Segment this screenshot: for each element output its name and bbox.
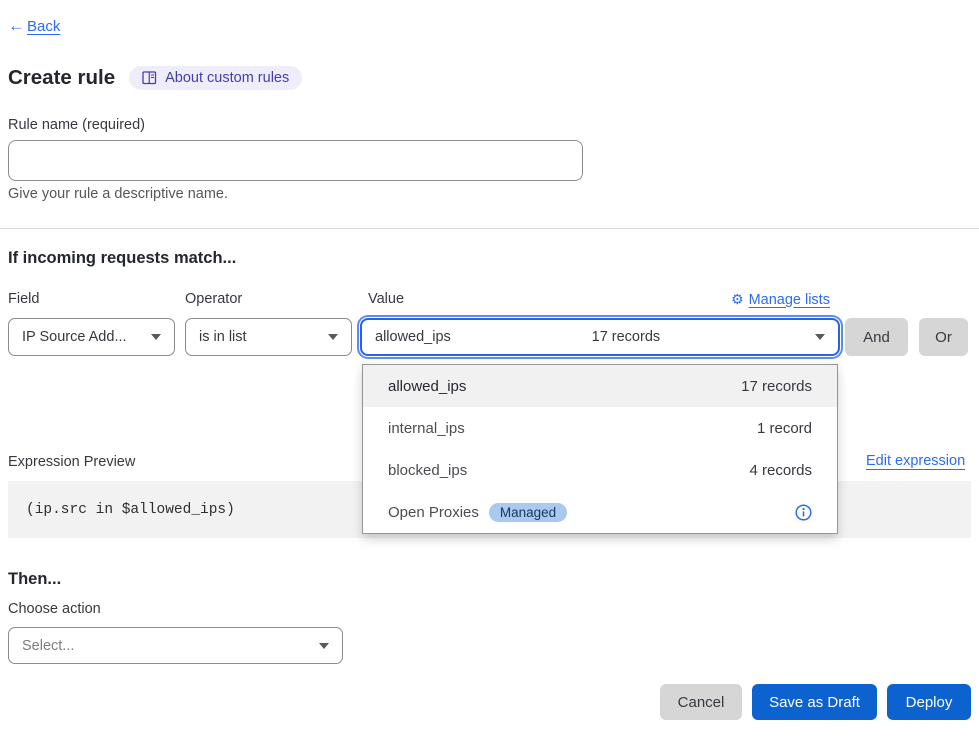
manage-lists-link[interactable]: ⚙ Manage lists bbox=[731, 291, 841, 308]
list-option-internal-ips[interactable]: internal_ips 1 record bbox=[363, 407, 837, 449]
book-icon bbox=[142, 71, 157, 85]
managed-badge: Managed bbox=[489, 503, 567, 522]
and-button[interactable]: And bbox=[845, 318, 908, 356]
create-rule-page: ←Back Create rule About custom rules Rul… bbox=[0, 0, 979, 739]
field-select-value: IP Source Add... bbox=[22, 329, 127, 345]
rule-name-input[interactable] bbox=[8, 140, 583, 181]
rule-name-label: Rule name (required) bbox=[8, 117, 145, 133]
info-icon[interactable] bbox=[795, 504, 812, 521]
section-divider bbox=[0, 228, 979, 229]
field-label: Field bbox=[8, 291, 39, 307]
chevron-down-icon bbox=[151, 334, 161, 340]
list-option-count: 1 record bbox=[757, 420, 812, 437]
save-as-draft-button[interactable]: Save as Draft bbox=[752, 684, 877, 720]
rule-name-helper-text: Give your rule a descriptive name. bbox=[8, 186, 228, 202]
list-option-name: internal_ips bbox=[388, 420, 465, 437]
chevron-down-icon bbox=[815, 334, 825, 340]
list-option-count: 17 records bbox=[741, 378, 812, 395]
list-option-open-proxies[interactable]: Open Proxies Managed bbox=[363, 491, 837, 533]
about-custom-rules-link[interactable]: About custom rules bbox=[129, 66, 302, 90]
manage-lists-label: Manage lists bbox=[749, 292, 830, 308]
gear-icon: ⚙ bbox=[731, 291, 744, 308]
match-section-heading: If incoming requests match... bbox=[8, 249, 236, 268]
value-select-record-count: 17 records bbox=[592, 329, 675, 345]
chevron-down-icon bbox=[328, 334, 338, 340]
field-select[interactable]: IP Source Add... bbox=[8, 318, 175, 356]
list-option-allowed-ips[interactable]: allowed_ips 17 records bbox=[363, 365, 837, 407]
deploy-button[interactable]: Deploy bbox=[887, 684, 971, 720]
edit-expression-link[interactable]: Edit expression bbox=[866, 453, 965, 469]
list-option-count: 4 records bbox=[749, 462, 812, 479]
back-link-label: Back bbox=[27, 18, 60, 35]
then-section-heading: Then... bbox=[8, 570, 61, 589]
action-select[interactable]: Select... bbox=[8, 627, 343, 664]
list-dropdown-panel: allowed_ips 17 records internal_ips 1 re… bbox=[362, 364, 838, 534]
value-select[interactable]: allowed_ips 17 records bbox=[360, 318, 840, 356]
title-row: Create rule About custom rules bbox=[8, 66, 302, 90]
cancel-button[interactable]: Cancel bbox=[660, 684, 742, 720]
value-select-name: allowed_ips bbox=[375, 329, 451, 345]
action-select-placeholder: Select... bbox=[22, 638, 74, 654]
back-link[interactable]: ←Back bbox=[8, 16, 60, 36]
about-custom-rules-label: About custom rules bbox=[165, 70, 289, 86]
expression-preview-label: Expression Preview bbox=[8, 454, 135, 470]
back-arrow-icon: ← bbox=[8, 16, 25, 36]
chevron-down-icon bbox=[319, 643, 329, 649]
list-option-name: blocked_ips bbox=[388, 462, 467, 479]
operator-label: Operator bbox=[185, 291, 242, 307]
page-title: Create rule bbox=[8, 66, 115, 90]
list-option-blocked-ips[interactable]: blocked_ips 4 records bbox=[363, 449, 837, 491]
or-button[interactable]: Or bbox=[919, 318, 968, 356]
expression-code: (ip.src in $allowed_ips) bbox=[26, 502, 235, 518]
operator-select-value: is in list bbox=[199, 329, 247, 345]
operator-select[interactable]: is in list bbox=[185, 318, 352, 356]
choose-action-label: Choose action bbox=[8, 601, 101, 617]
list-option-name: allowed_ips bbox=[388, 378, 466, 395]
value-label: Value bbox=[368, 291, 404, 307]
list-option-name: Open Proxies bbox=[388, 504, 479, 521]
